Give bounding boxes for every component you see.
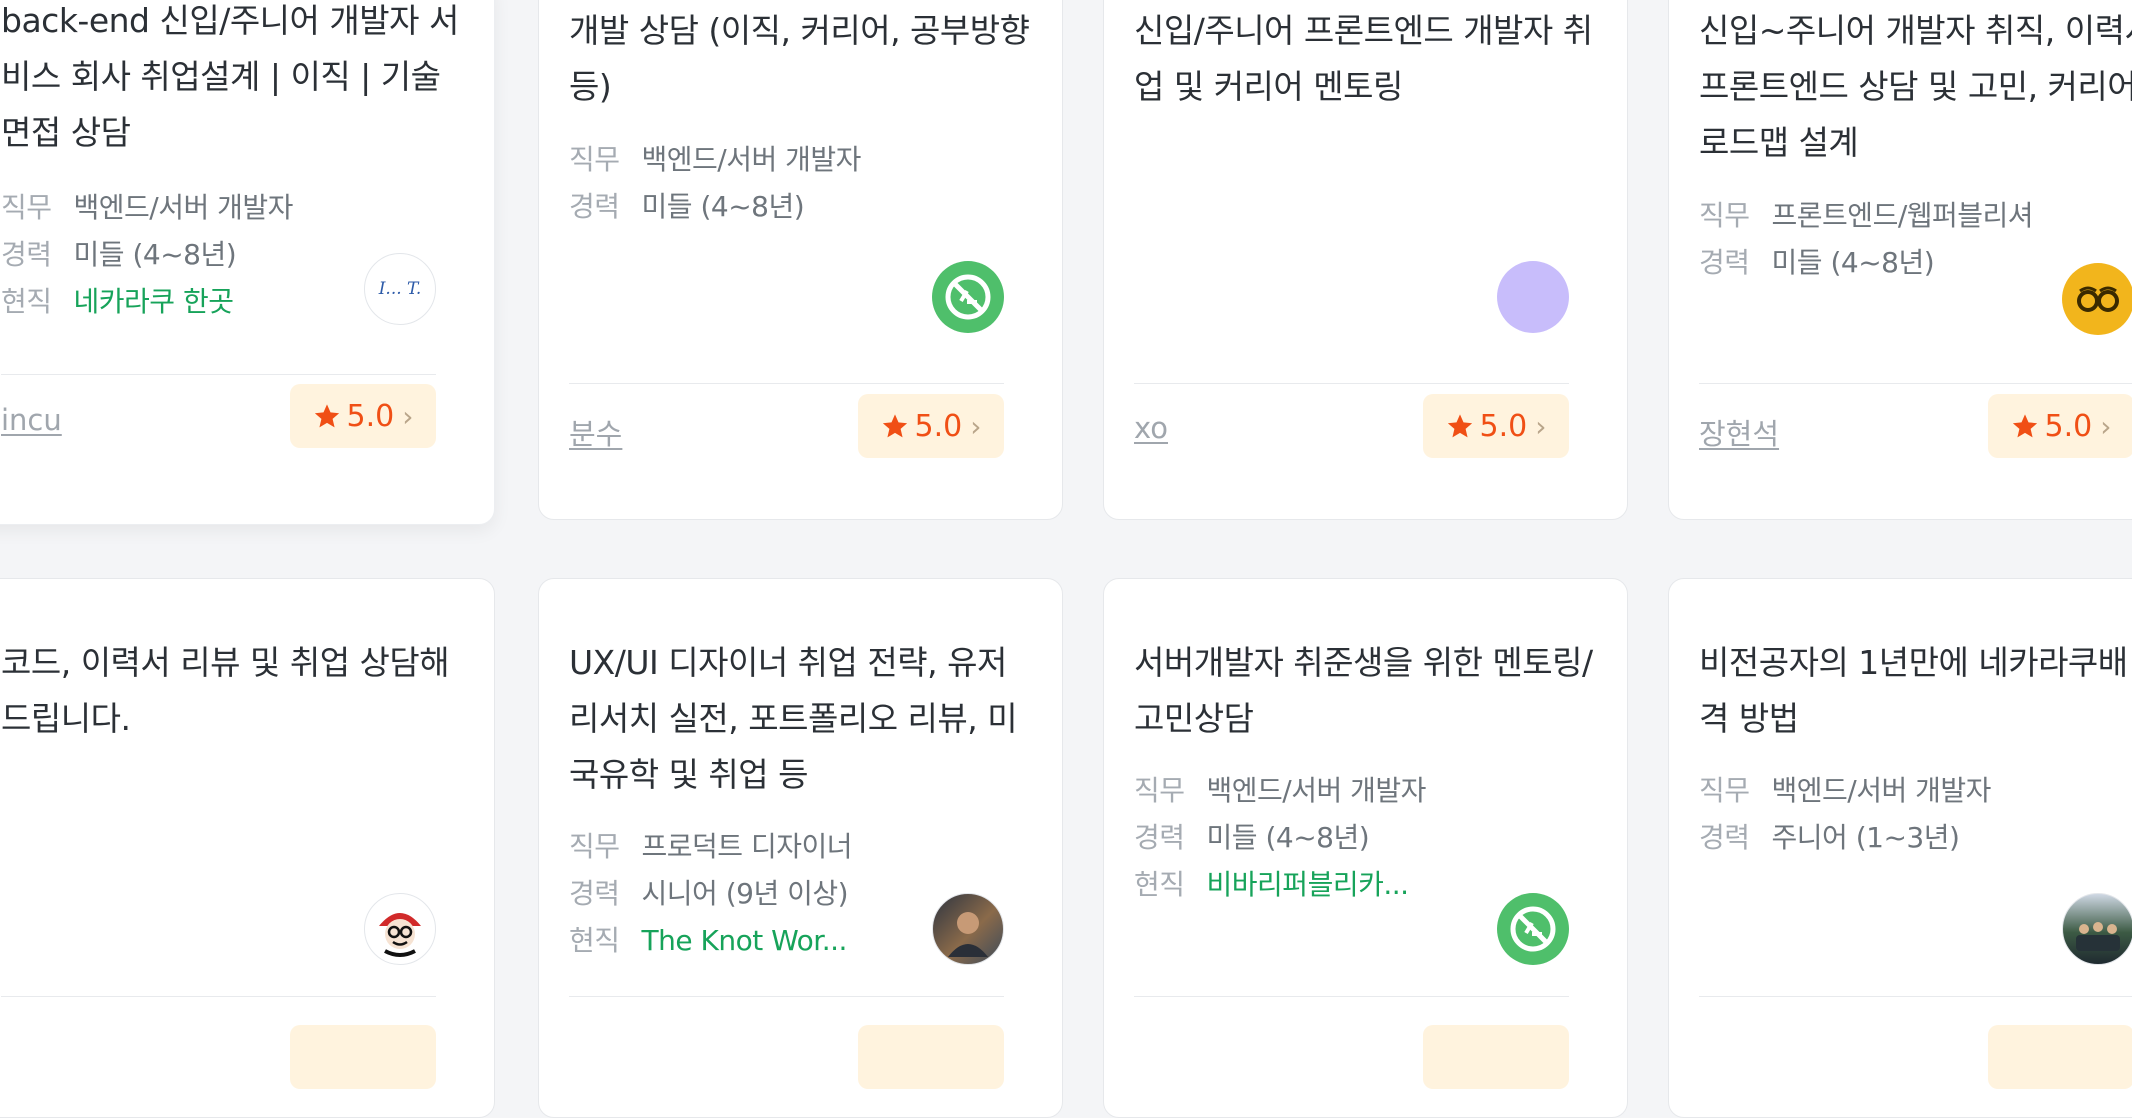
no-smoking-badge-icon [945,274,991,320]
card-title: 서버개발자 취준생을 위한 멘토링/고민상담 [1134,643,1593,738]
no-smoking-badge-icon [1510,906,1556,952]
mentor-card-2[interactable]: 개발 상담 (이직, 커리어, 공부방향 등) 직무 백엔드/서버 개발자 경력 미… [538,0,1063,520]
mentor-avatar [2062,263,2132,335]
job-label: 직무 [1699,774,1750,807]
mentor-nickname[interactable]: xo [1134,411,1168,445]
card-title: back-end 신입/주니어 개발자 서비스 회사 취업설계 | 이직 | 기… [1,1,459,152]
chevron-right-icon: › [970,409,982,443]
experience-value: 미들 (4~8년) [73,238,237,271]
rating-value: 5.0 [2044,408,2093,444]
mentor-avatar [1497,261,1569,333]
company-value: 비바리퍼블리카... [1206,868,1410,901]
job-label: 직무 [1,191,52,224]
card-divider [1699,996,2132,997]
mentor-avatar [1497,893,1569,965]
experience-value: 시니어 (9년 이상) [641,877,849,910]
mentor-card-7[interactable]: 서버개발자 취준생을 위한 멘토링/고민상담 직무 백엔드/서버 개발자 경력 미들… [1103,578,1628,1118]
person-photo-icon [948,912,988,957]
company-label: 현직 [1134,868,1185,901]
job-label: 직무 [569,830,620,863]
card-title: 코드, 이력서 리뷰 및 취업 상담해 드립니다. [1,643,450,738]
card-title: 비전공자의 1년만에 네카라쿠배 합격 방법 [1699,643,2132,738]
rating-button[interactable]: 5.0 › [1423,394,1569,458]
job-label: 직무 [569,143,620,176]
mentor-card-5[interactable]: 코드, 이력서 리뷰 및 취업 상담해 드립니다. [0,578,495,1118]
mentor-nickname[interactable]: 분수 [569,411,622,453]
mentor-avatar [932,893,1004,965]
mentor-info: 직무 백엔드/서버 개발자 경력 미들 (4~8년) [569,136,952,230]
chevron-right-icon: › [402,399,414,433]
card-divider [569,996,1004,997]
cartoon-face-icon [379,913,421,957]
experience-value: 주니어 (1~3년) [1771,821,1960,854]
card-title: 신입~주니어 개발자 취직, 이력서&프론트엔드 상담 및 고민, 커리어 및 … [1699,11,2132,162]
card-title: 개발 상담 (이직, 커리어, 공부방향 등) [569,11,1030,106]
company-label: 현직 [1,285,52,318]
company-value: The Knot Wor... [641,924,848,957]
star-icon [1447,414,1472,438]
card-divider [1134,383,1569,384]
experience-value: 미들 (4~8년) [641,190,805,223]
company-label: 현직 [569,924,620,957]
mentor-avatar: I... T. [364,253,436,325]
mentor-info: 직무 백엔드/서버 개발자 경력 주니어 (1~3년) [1699,767,2132,861]
job-label: 직무 [1699,199,1750,232]
rating-button[interactable]: 5.0 › [1988,394,2132,458]
mentor-nickname[interactable]: incu [1,403,62,437]
job-value: 백엔드/서버 개발자 [1206,774,1427,807]
mentor-info: 직무 프로덕트 디자이너 경력 시니어 (9년 이상) 현직 The Knot Wor… [569,823,952,964]
job-value: 프로덕트 디자이너 [641,830,853,863]
rating-button[interactable] [1988,1025,2132,1089]
company-value: 네카라쿠 한곳 [73,285,234,318]
rating-button[interactable] [1423,1025,1569,1089]
mentor-info: 직무 백엔드/서버 개발자 경력 미들 (4~8년) 현직 비바리퍼블리카... [1134,767,1517,908]
mentor-avatar [932,261,1004,333]
mentor-card-8[interactable]: 비전공자의 1년만에 네카라쿠배 합격 방법 직무 백엔드/서버 개발자 경력 주니… [1668,578,2132,1118]
job-value: 백엔드/서버 개발자 [1771,774,1992,807]
experience-label: 경력 [569,190,620,223]
experience-label: 경력 [1134,821,1185,854]
experience-label: 경력 [569,877,620,910]
rating-button[interactable] [858,1025,1004,1089]
mentor-card-3[interactable]: 신입/주니어 프론트엔드 개발자 취업 및 커리어 멘토링 xo 5.0 › [1103,0,1628,520]
card-divider [1,996,436,997]
job-label: 직무 [1134,774,1185,807]
group-photo-icon [2076,922,2120,951]
experience-label: 경력 [1699,246,1750,279]
mentor-avatar [2062,893,2132,965]
mentor-card-4[interactable]: 신입~주니어 개발자 취직, 이력서&프론트엔드 상담 및 고민, 커리어 및 … [1668,0,2132,520]
experience-label: 경력 [1,238,52,271]
star-icon [2012,414,2037,438]
experience-value: 미들 (4~8년) [1771,246,1935,279]
card-divider [1134,996,1569,997]
star-icon [314,404,339,428]
card-title: 신입/주니어 프론트엔드 개발자 취업 및 커리어 멘토링 [1134,11,1593,106]
card-title: UX/UI 디자이너 취업 전략, 유저 리서치 실전, 포트폴리오 리뷰, 미… [569,643,1018,794]
job-value: 프론트엔드/웹퍼블리셔 [1771,199,2034,232]
rating-button[interactable] [290,1025,436,1089]
card-divider [1,374,436,375]
rating-button[interactable]: 5.0 › [858,394,1004,458]
avatar-logo-text: I... T. [378,279,422,299]
card-divider [569,383,1004,384]
experience-value: 미들 (4~8년) [1206,821,1370,854]
mentor-info: 직무 백엔드/서버 개발자 경력 미들 (4~8년) 현직 네카라쿠 한곳 [1,184,384,325]
mentor-nickname[interactable]: 장현석 [1699,411,1779,453]
rating-value: 5.0 [1479,408,1528,444]
mentor-card-6[interactable]: UX/UI 디자이너 취업 전략, 유저 리서치 실전, 포트폴리오 리뷰, 미… [538,578,1063,1118]
glasses-icon [2077,286,2119,312]
rating-button[interactable]: 5.0 › [290,384,436,448]
chevron-right-icon: › [1535,409,1547,443]
mentor-info: 직무 프론트엔드/웹퍼블리셔 경력 미들 (4~8년) [1699,192,2132,286]
job-value: 백엔드/서버 개발자 [641,143,862,176]
rating-value: 5.0 [346,398,395,434]
rating-value: 5.0 [914,408,963,444]
job-value: 백엔드/서버 개발자 [73,191,294,224]
mentor-avatar [364,893,436,965]
mentor-card-1[interactable]: back-end 신입/주니어 개발자 서비스 회사 취업설계 | 이직 | 기… [0,0,495,525]
chevron-right-icon: › [2100,409,2112,443]
star-icon [882,414,907,438]
card-divider [1699,383,2132,384]
experience-label: 경력 [1699,821,1750,854]
